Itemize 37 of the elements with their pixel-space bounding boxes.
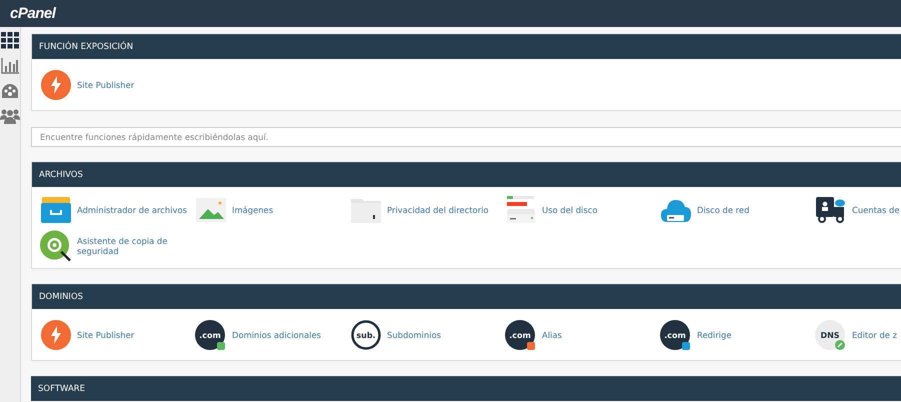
feature-link[interactable]: Asistente de copia de seguridad bbox=[77, 236, 195, 256]
feature-link[interactable]: Administrador de archivos bbox=[77, 205, 187, 215]
domain-icon[interactable]: .com bbox=[660, 320, 691, 350]
palette-icon[interactable] bbox=[1, 83, 19, 99]
domain-icon[interactable]: sub. bbox=[350, 320, 381, 350]
feature-link[interactable]: Imágenes bbox=[232, 205, 274, 215]
feature-link[interactable]: Site Publisher bbox=[77, 80, 134, 90]
section-header[interactable]: DOMINIOS bbox=[32, 284, 901, 309]
section-header[interactable]: ARCHIVOS bbox=[32, 162, 901, 187]
domain-icon[interactable]: .com bbox=[505, 320, 536, 350]
dns-icon[interactable]: DNS bbox=[815, 320, 846, 350]
cloud-drive-icon[interactable] bbox=[660, 198, 691, 222]
feature-link[interactable]: Privacidad del directorio bbox=[387, 205, 489, 215]
feature-link[interactable]: Editor de z bbox=[852, 330, 897, 340]
feature-link[interactable]: Site Publisher bbox=[77, 330, 134, 340]
lightning-icon[interactable] bbox=[40, 70, 71, 100]
section-header[interactable]: FUNCIÓN EXPOSICIÓN bbox=[32, 34, 901, 59]
section-header[interactable]: SOFTWARE bbox=[31, 376, 901, 401]
lightning-icon[interactable] bbox=[40, 320, 71, 350]
search-field[interactable]: Encuentre funciones rápidamente escribiéndolas aquí. bbox=[31, 127, 901, 147]
feature-link[interactable]: Dominios adicionales bbox=[232, 330, 321, 340]
domain-icon[interactable]: .com bbox=[195, 320, 226, 350]
image-icon[interactable] bbox=[195, 198, 226, 222]
feature-link[interactable]: Subdominios bbox=[387, 330, 441, 340]
bar-chart-icon[interactable] bbox=[1, 58, 19, 74]
cpanel-logo[interactable]: cPanel bbox=[10, 5, 56, 22]
truck-icon[interactable] bbox=[815, 197, 846, 223]
disk-usage-icon[interactable] bbox=[505, 196, 536, 224]
feature-link[interactable]: Cuentas de bbox=[852, 205, 900, 215]
feature-link[interactable]: Uso del disco bbox=[542, 205, 598, 215]
feature-link[interactable]: Disco de red bbox=[697, 205, 750, 215]
backup-wizard-icon[interactable] bbox=[40, 230, 71, 262]
feature-link[interactable]: Redirige bbox=[697, 330, 732, 340]
file-drawer-icon[interactable] bbox=[40, 197, 71, 223]
users-icon[interactable] bbox=[0, 108, 20, 124]
grid-icon[interactable] bbox=[1, 32, 19, 49]
feature-link[interactable]: Alias bbox=[542, 330, 562, 340]
